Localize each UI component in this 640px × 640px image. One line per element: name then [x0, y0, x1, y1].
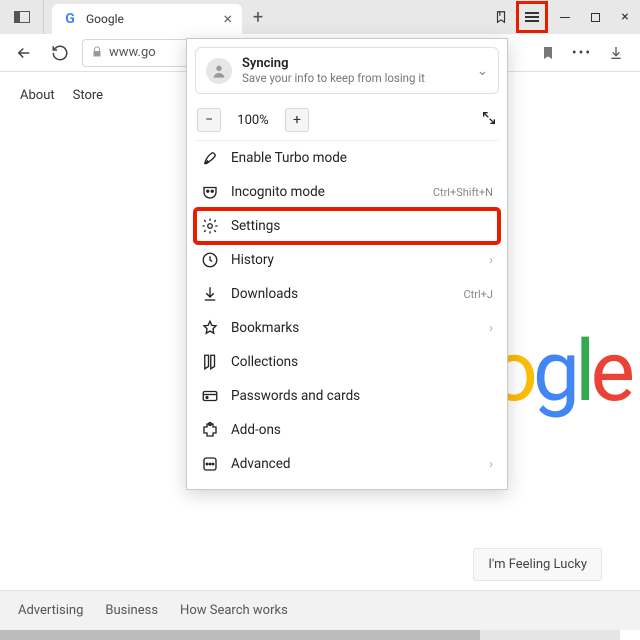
panel-icon — [14, 11, 30, 23]
card-icon — [201, 387, 219, 405]
zoom-out-button[interactable]: − — [197, 108, 221, 132]
tab-close-icon[interactable]: × — [223, 11, 232, 27]
footer-how[interactable]: How Search works — [180, 603, 288, 618]
menu-item-turbo[interactable]: Enable Turbo mode — [195, 141, 499, 175]
fullscreen-button[interactable] — [481, 110, 497, 130]
zoom-value: 100% — [229, 113, 277, 128]
rocket-icon — [201, 149, 219, 167]
window-minimize[interactable] — [550, 0, 580, 34]
new-tab-button[interactable]: + — [242, 0, 274, 34]
menu-item-passwords[interactable]: Passwords and cards — [195, 379, 499, 413]
chevron-right-icon: › — [489, 457, 493, 472]
hamburger-icon — [525, 12, 539, 22]
menu-item-advanced[interactable]: Advanced › — [195, 447, 499, 481]
google-logo-fragment: ogle — [490, 322, 630, 421]
collections-icon — [201, 353, 219, 371]
chevron-down-icon: ⌄ — [477, 63, 488, 79]
star-icon — [201, 319, 219, 337]
zoom-in-button[interactable]: + — [285, 108, 309, 132]
back-button[interactable] — [10, 39, 38, 67]
main-menu-panel: Syncing Save your info to keep from losi… — [186, 38, 508, 490]
download-icon — [201, 285, 219, 303]
gear-icon — [201, 217, 219, 235]
menu-item-history[interactable]: History › — [195, 243, 499, 277]
lucky-button[interactable]: I'm Feeling Lucky — [473, 548, 602, 581]
avatar-icon — [206, 58, 232, 84]
reload-button[interactable] — [46, 39, 74, 67]
sync-title: Syncing — [242, 56, 467, 72]
footer-advertising[interactable]: Advertising — [18, 603, 83, 618]
menu-item-settings[interactable]: Settings — [195, 209, 499, 243]
nav-store[interactable]: Store — [73, 88, 103, 103]
puzzle-icon — [201, 421, 219, 439]
downloads-toolbar-icon[interactable] — [602, 39, 630, 67]
sync-card[interactable]: Syncing Save your info to keep from losi… — [195, 47, 499, 94]
window-close[interactable]: × — [610, 0, 640, 34]
page-footer: Advertising Business How Search works — [0, 590, 640, 630]
history-icon — [201, 251, 219, 269]
browser-tab[interactable]: G Google × — [52, 4, 242, 34]
more-actions-icon[interactable]: ••• — [568, 39, 596, 67]
menu-item-bookmarks[interactable]: Bookmarks › — [195, 311, 499, 345]
menu-item-addons[interactable]: Add-ons — [195, 413, 499, 447]
chevron-right-icon: › — [489, 253, 493, 268]
bookmark-page-icon[interactable] — [534, 39, 562, 67]
google-favicon-icon: G — [62, 11, 78, 27]
tab-title: Google — [86, 12, 223, 26]
menu-item-collections[interactable]: Collections — [195, 345, 499, 379]
url-text: www.go — [109, 45, 156, 60]
mask-icon — [201, 183, 219, 201]
collections-titlebar-icon[interactable] — [486, 0, 516, 34]
menu-item-downloads[interactable]: Downloads Ctrl+J — [195, 277, 499, 311]
chevron-right-icon: › — [489, 321, 493, 336]
window-maximize[interactable] — [580, 0, 610, 34]
sync-subtitle: Save your info to keep from losing it — [242, 72, 467, 86]
lock-icon — [91, 43, 103, 62]
nav-about[interactable]: About — [20, 88, 55, 103]
footer-business[interactable]: Business — [105, 603, 158, 618]
main-menu-button[interactable] — [516, 1, 548, 33]
sidebar-toggle[interactable] — [0, 0, 44, 34]
horizontal-scrollbar[interactable] — [0, 630, 620, 640]
more-icon — [201, 455, 219, 473]
zoom-controls: − 100% + — [195, 102, 499, 141]
menu-item-incognito[interactable]: Incognito mode Ctrl+Shift+N — [195, 175, 499, 209]
